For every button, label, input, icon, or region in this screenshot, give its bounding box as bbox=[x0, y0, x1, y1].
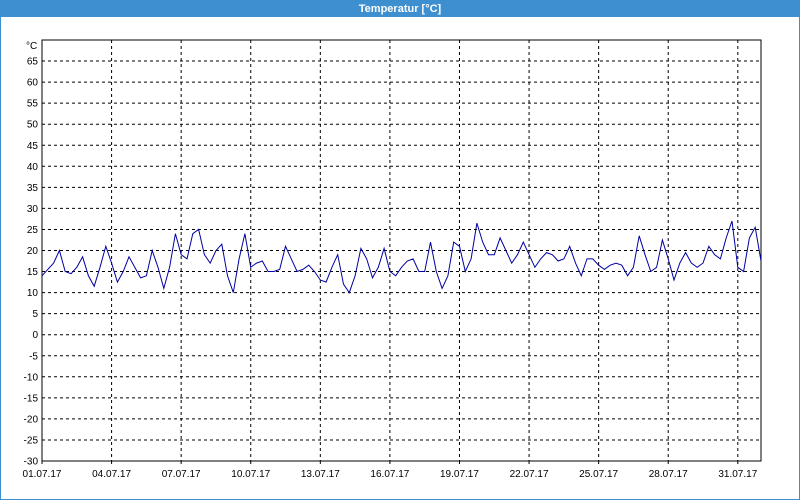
y-tick-label: 25 bbox=[27, 225, 39, 236]
y-tick-label: -5 bbox=[29, 351, 38, 362]
y-tick-label: 55 bbox=[27, 99, 39, 110]
x-tick-label: 19.07.17 bbox=[440, 469, 479, 480]
y-tick-label: 0 bbox=[32, 330, 38, 341]
y-tick-label: 60 bbox=[27, 78, 39, 89]
x-tick-label: 07.07.17 bbox=[162, 469, 201, 480]
plot-area bbox=[41, 39, 762, 462]
temperature-chart: -30 -25 -20 -15 -10 -5 0 5 10 15 20 25 30 35 40 45 50 55 6… bbox=[23, 39, 762, 480]
y-tick-label: -25 bbox=[24, 435, 39, 446]
y-tick-label: 35 bbox=[27, 183, 39, 194]
x-axis-ticks: 01.07.17 04.07.17 07.07.17 10.07.17 13.07.17… bbox=[23, 461, 758, 480]
y-tick-label: -30 bbox=[24, 457, 39, 468]
y-tick-label: 30 bbox=[27, 204, 39, 215]
grid-lines bbox=[42, 40, 761, 461]
x-tick-label: 01.07.17 bbox=[23, 469, 62, 480]
y-tick-label: 15 bbox=[27, 267, 39, 278]
y-tick-label: 50 bbox=[27, 120, 39, 131]
y-axis-ticks: -30 -25 -20 -15 -10 -5 0 5 10 15 20 25 30 35 40 45 50 55 6… bbox=[24, 57, 39, 468]
y-tick-label: -15 bbox=[24, 393, 39, 404]
x-tick-label: 10.07.17 bbox=[231, 469, 270, 480]
y-tick-label: 20 bbox=[27, 246, 39, 257]
y-tick-label: 65 bbox=[27, 57, 39, 68]
x-tick-label: 25.07.17 bbox=[579, 469, 618, 480]
y-tick-label: -20 bbox=[24, 414, 39, 425]
y-tick-label: 10 bbox=[27, 288, 39, 299]
y-tick-label: -10 bbox=[24, 372, 39, 383]
series-line-temperature bbox=[41, 220, 762, 294]
x-tick-label: 04.07.17 bbox=[92, 469, 131, 480]
y-tick-label: 45 bbox=[27, 141, 39, 152]
x-tick-label: 13.07.17 bbox=[301, 469, 340, 480]
y-tick-label: 40 bbox=[27, 162, 39, 173]
y-tick-label: 5 bbox=[32, 309, 38, 320]
y-axis-unit-label: °C bbox=[26, 41, 37, 52]
x-tick-label: 31.07.17 bbox=[718, 469, 757, 480]
x-tick-label: 16.07.17 bbox=[370, 469, 409, 480]
x-tick-label: 28.07.17 bbox=[649, 469, 688, 480]
x-tick-label: 22.07.17 bbox=[510, 469, 549, 480]
chart-window: Temperatur [°C] -30 -25 -20 -15 -10 -5 0 5 10 15 2… bbox=[0, 0, 800, 500]
